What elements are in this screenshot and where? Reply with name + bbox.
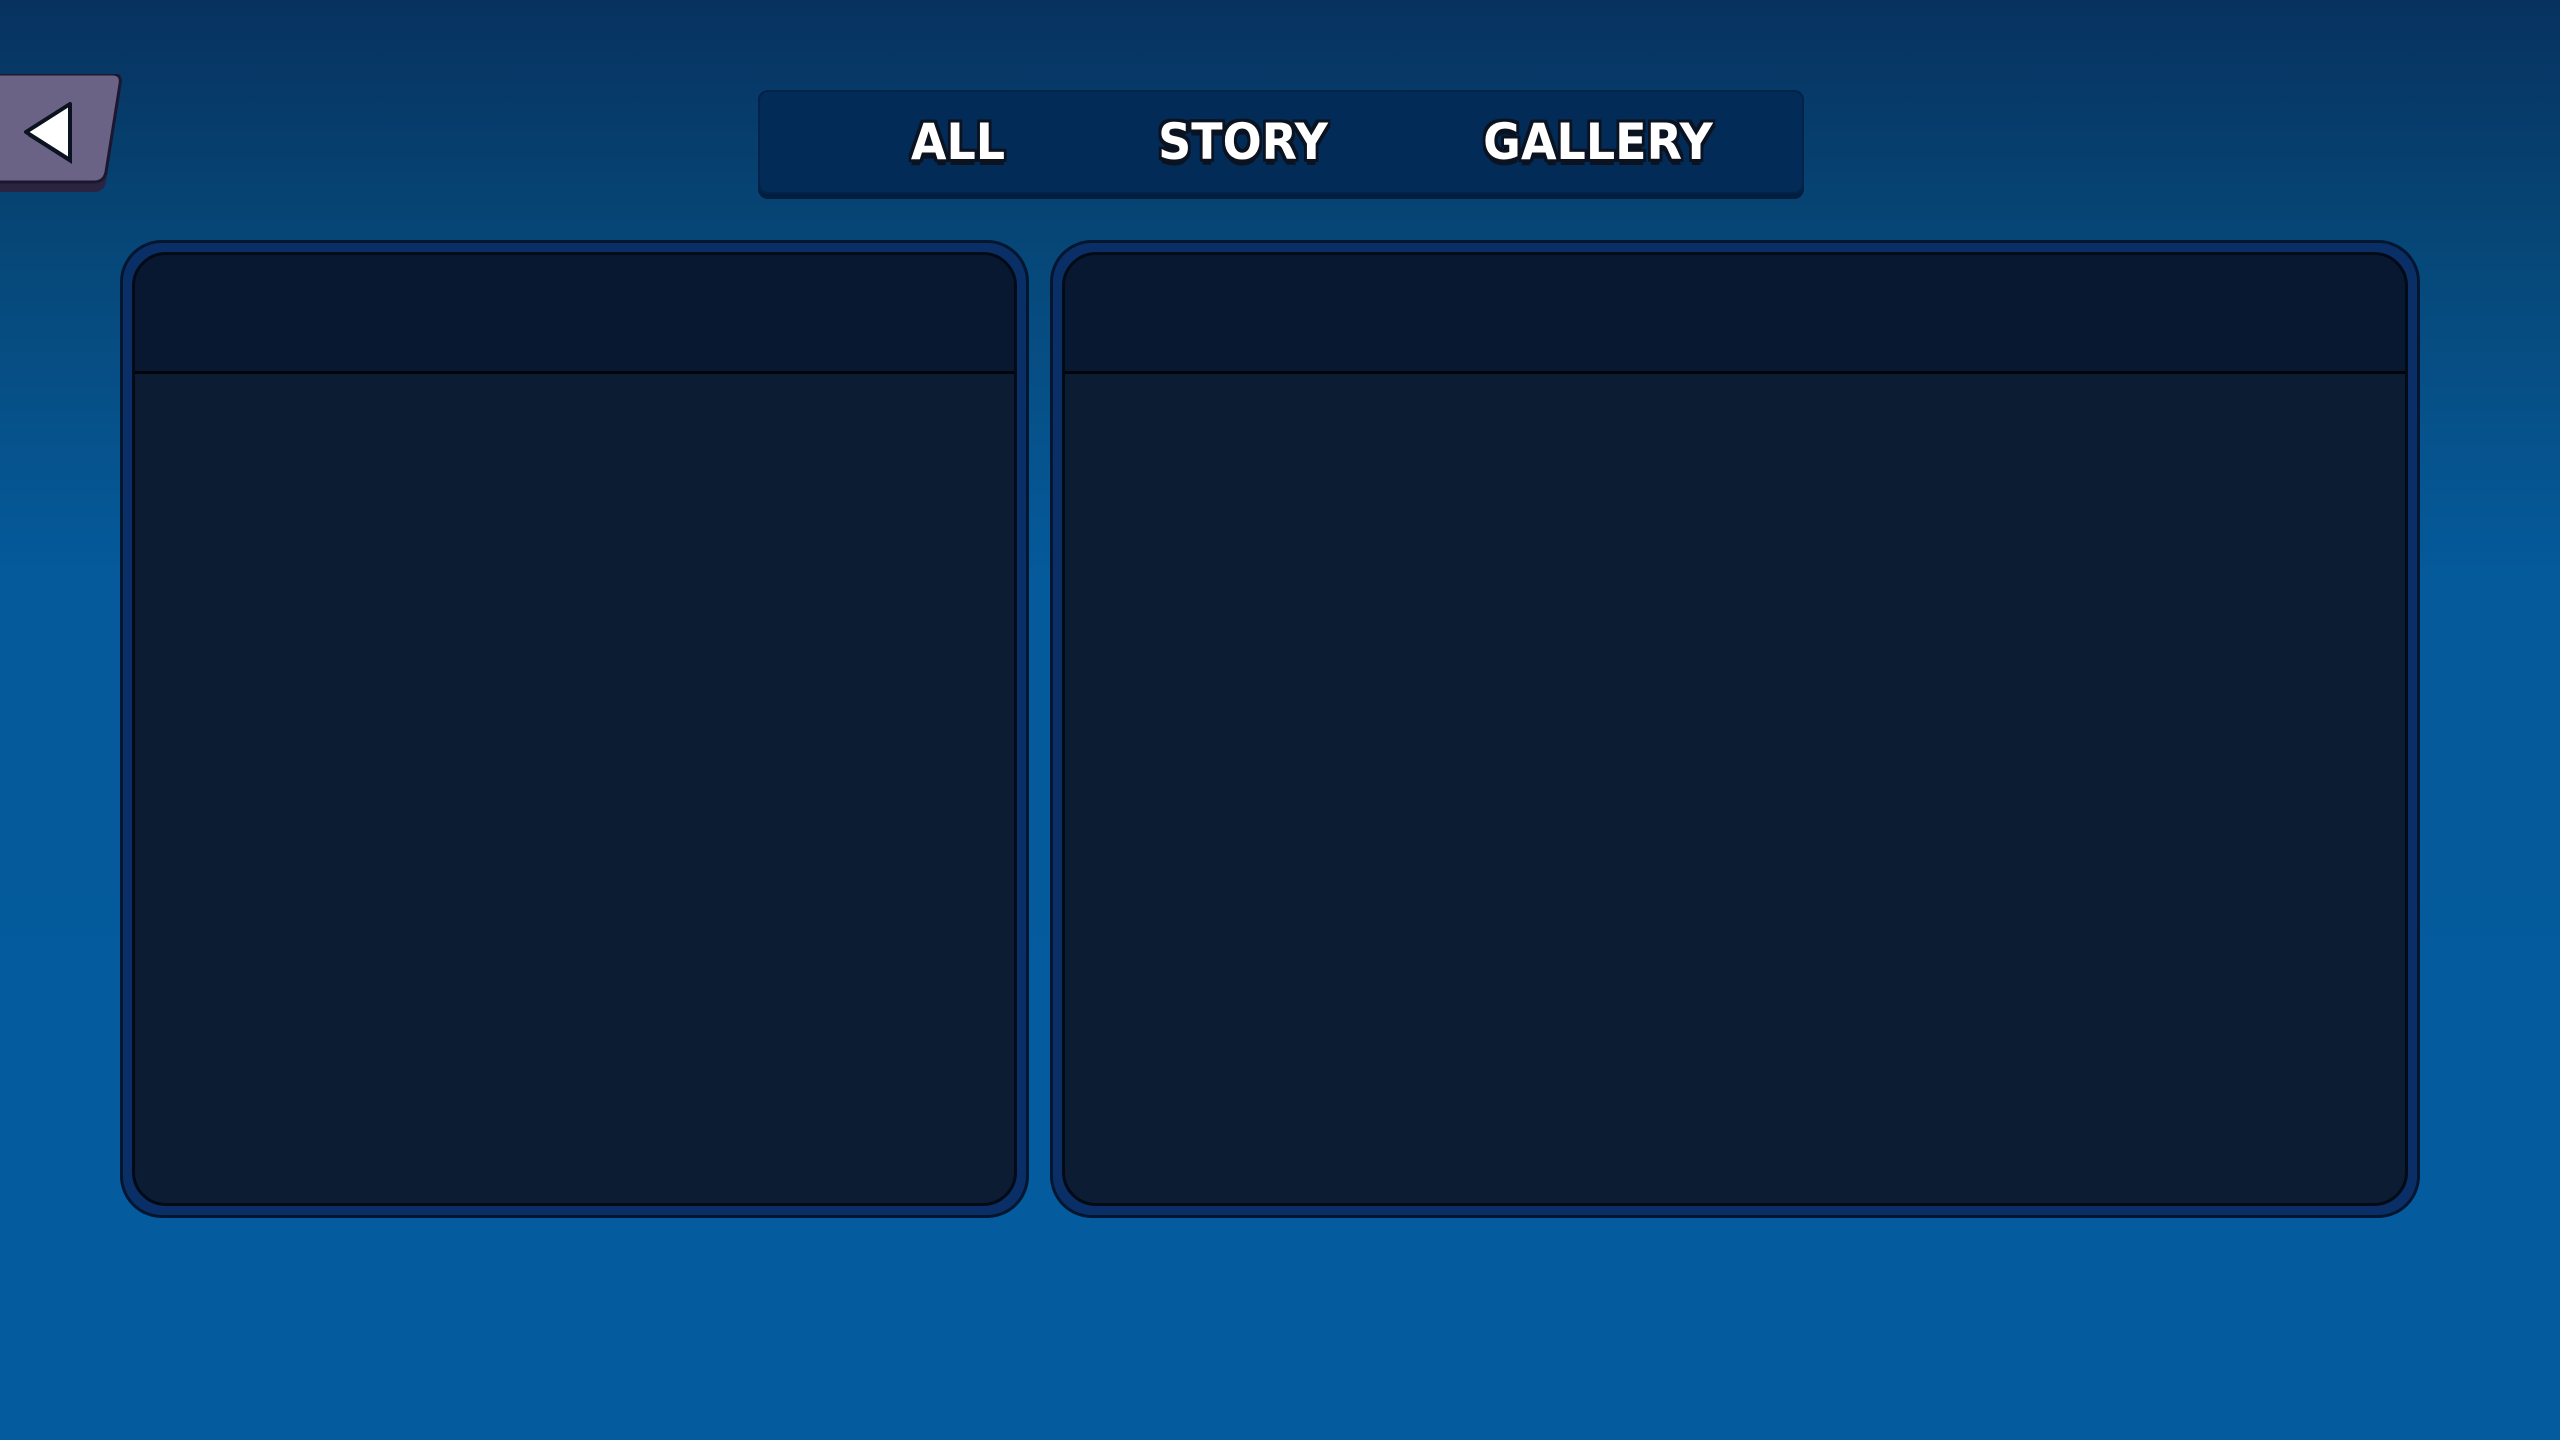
- left-panel: [120, 240, 1029, 1218]
- back-button[interactable]: [0, 74, 130, 194]
- right-panel: [1050, 240, 2420, 1218]
- tab-gallery[interactable]: GALLERY: [1469, 90, 1727, 194]
- left-panel-body: [132, 252, 1017, 1206]
- right-panel-body: [1062, 252, 2408, 1206]
- tab-bar: ALL STORY GALLERY: [758, 90, 1804, 194]
- left-panel-header: [135, 255, 1014, 374]
- right-panel-header: [1065, 255, 2405, 374]
- tab-story[interactable]: STORY: [1137, 90, 1349, 194]
- tab-all[interactable]: ALL: [866, 90, 1050, 194]
